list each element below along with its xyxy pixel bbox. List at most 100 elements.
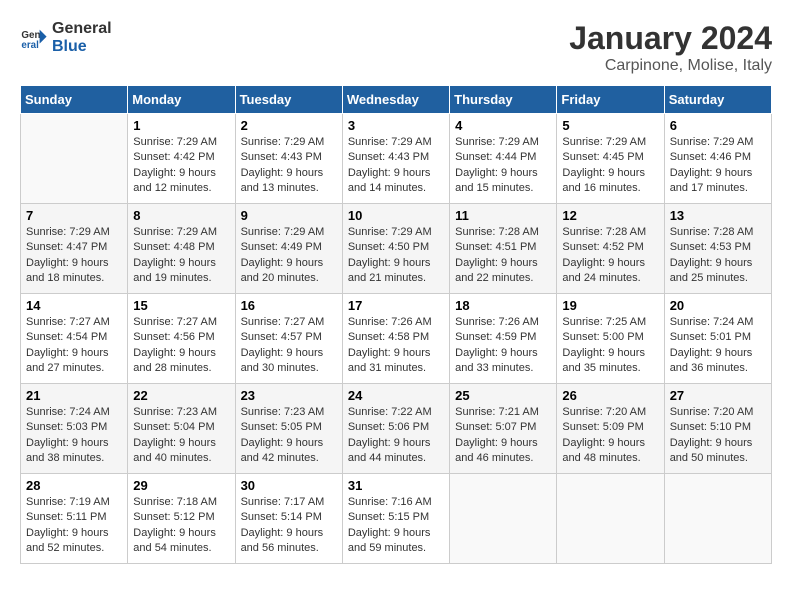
day-info: Sunrise: 7:29 AM Sunset: 4:48 PM Dayligh… bbox=[133, 225, 229, 287]
day-number: 2 bbox=[241, 118, 337, 133]
day-info: Sunrise: 7:27 AM Sunset: 4:56 PM Dayligh… bbox=[133, 315, 229, 377]
calendar-cell: 20 Sunrise: 7:24 AM Sunset: 5:01 PM Dayl… bbox=[664, 294, 771, 384]
daylight-text: Daylight: 9 hours and 35 minutes. bbox=[562, 347, 645, 374]
sunrise-text: Sunrise: 7:26 AM bbox=[455, 316, 539, 328]
sunrise-text: Sunrise: 7:27 AM bbox=[26, 316, 110, 328]
daylight-text: Daylight: 9 hours and 25 minutes. bbox=[670, 257, 753, 284]
calendar-header-row: SundayMondayTuesdayWednesdayThursdayFrid… bbox=[21, 86, 772, 114]
day-info: Sunrise: 7:20 AM Sunset: 5:09 PM Dayligh… bbox=[562, 405, 658, 467]
sunset-text: Sunset: 4:49 PM bbox=[241, 241, 322, 253]
day-number: 12 bbox=[562, 208, 658, 223]
daylight-text: Daylight: 9 hours and 52 minutes. bbox=[26, 527, 109, 554]
sunrise-text: Sunrise: 7:29 AM bbox=[241, 226, 325, 238]
day-info: Sunrise: 7:19 AM Sunset: 5:11 PM Dayligh… bbox=[26, 495, 122, 557]
daylight-text: Daylight: 9 hours and 19 minutes. bbox=[133, 257, 216, 284]
calendar-cell: 8 Sunrise: 7:29 AM Sunset: 4:48 PM Dayli… bbox=[128, 204, 235, 294]
day-number: 27 bbox=[670, 388, 766, 403]
day-number: 26 bbox=[562, 388, 658, 403]
sunrise-text: Sunrise: 7:27 AM bbox=[241, 316, 325, 328]
logo: Gen eral General Blue bbox=[20, 20, 112, 56]
day-info: Sunrise: 7:29 AM Sunset: 4:50 PM Dayligh… bbox=[348, 225, 444, 287]
sunrise-text: Sunrise: 7:16 AM bbox=[348, 496, 432, 508]
day-info: Sunrise: 7:29 AM Sunset: 4:49 PM Dayligh… bbox=[241, 225, 337, 287]
day-info: Sunrise: 7:29 AM Sunset: 4:44 PM Dayligh… bbox=[455, 135, 551, 197]
calendar-cell: 14 Sunrise: 7:27 AM Sunset: 4:54 PM Dayl… bbox=[21, 294, 128, 384]
logo-icon: Gen eral bbox=[20, 24, 48, 52]
calendar-cell: 6 Sunrise: 7:29 AM Sunset: 4:46 PM Dayli… bbox=[664, 114, 771, 204]
day-number: 9 bbox=[241, 208, 337, 223]
sunset-text: Sunset: 4:47 PM bbox=[26, 241, 107, 253]
sunrise-text: Sunrise: 7:27 AM bbox=[133, 316, 217, 328]
calendar-cell: 25 Sunrise: 7:21 AM Sunset: 5:07 PM Dayl… bbox=[450, 384, 557, 474]
calendar-table: SundayMondayTuesdayWednesdayThursdayFrid… bbox=[20, 85, 772, 564]
sunrise-text: Sunrise: 7:29 AM bbox=[133, 136, 217, 148]
sunset-text: Sunset: 4:57 PM bbox=[241, 331, 322, 343]
sunset-text: Sunset: 5:04 PM bbox=[133, 421, 214, 433]
calendar-cell: 19 Sunrise: 7:25 AM Sunset: 5:00 PM Dayl… bbox=[557, 294, 664, 384]
sunrise-text: Sunrise: 7:29 AM bbox=[348, 226, 432, 238]
calendar-cell: 29 Sunrise: 7:18 AM Sunset: 5:12 PM Dayl… bbox=[128, 474, 235, 564]
location-subtitle: Carpinone, Molise, Italy bbox=[569, 57, 772, 75]
svg-text:eral: eral bbox=[21, 40, 39, 51]
day-info: Sunrise: 7:29 AM Sunset: 4:45 PM Dayligh… bbox=[562, 135, 658, 197]
daylight-text: Daylight: 9 hours and 20 minutes. bbox=[241, 257, 324, 284]
sunrise-text: Sunrise: 7:24 AM bbox=[670, 316, 754, 328]
sunrise-text: Sunrise: 7:22 AM bbox=[348, 406, 432, 418]
day-info: Sunrise: 7:20 AM Sunset: 5:10 PM Dayligh… bbox=[670, 405, 766, 467]
day-number: 19 bbox=[562, 298, 658, 313]
day-number: 23 bbox=[241, 388, 337, 403]
calendar-week-row: 14 Sunrise: 7:27 AM Sunset: 4:54 PM Dayl… bbox=[21, 294, 772, 384]
column-header-thursday: Thursday bbox=[450, 86, 557, 114]
sunset-text: Sunset: 4:42 PM bbox=[133, 151, 214, 163]
day-number: 7 bbox=[26, 208, 122, 223]
day-number: 18 bbox=[455, 298, 551, 313]
day-info: Sunrise: 7:27 AM Sunset: 4:57 PM Dayligh… bbox=[241, 315, 337, 377]
page-header: Gen eral General Blue January 2024 Carpi… bbox=[20, 20, 772, 75]
day-info: Sunrise: 7:24 AM Sunset: 5:01 PM Dayligh… bbox=[670, 315, 766, 377]
sunrise-text: Sunrise: 7:20 AM bbox=[562, 406, 646, 418]
calendar-cell bbox=[450, 474, 557, 564]
daylight-text: Daylight: 9 hours and 22 minutes. bbox=[455, 257, 538, 284]
sunset-text: Sunset: 4:50 PM bbox=[348, 241, 429, 253]
day-info: Sunrise: 7:28 AM Sunset: 4:53 PM Dayligh… bbox=[670, 225, 766, 287]
calendar-cell: 26 Sunrise: 7:20 AM Sunset: 5:09 PM Dayl… bbox=[557, 384, 664, 474]
daylight-text: Daylight: 9 hours and 38 minutes. bbox=[26, 437, 109, 464]
calendar-week-row: 28 Sunrise: 7:19 AM Sunset: 5:11 PM Dayl… bbox=[21, 474, 772, 564]
day-info: Sunrise: 7:16 AM Sunset: 5:15 PM Dayligh… bbox=[348, 495, 444, 557]
daylight-text: Daylight: 9 hours and 27 minutes. bbox=[26, 347, 109, 374]
day-number: 14 bbox=[26, 298, 122, 313]
calendar-cell: 1 Sunrise: 7:29 AM Sunset: 4:42 PM Dayli… bbox=[128, 114, 235, 204]
day-number: 1 bbox=[133, 118, 229, 133]
sunset-text: Sunset: 5:14 PM bbox=[241, 511, 322, 523]
calendar-cell: 16 Sunrise: 7:27 AM Sunset: 4:57 PM Dayl… bbox=[235, 294, 342, 384]
column-header-wednesday: Wednesday bbox=[342, 86, 449, 114]
day-number: 13 bbox=[670, 208, 766, 223]
sunset-text: Sunset: 5:12 PM bbox=[133, 511, 214, 523]
calendar-cell: 12 Sunrise: 7:28 AM Sunset: 4:52 PM Dayl… bbox=[557, 204, 664, 294]
daylight-text: Daylight: 9 hours and 13 minutes. bbox=[241, 167, 324, 194]
calendar-week-row: 21 Sunrise: 7:24 AM Sunset: 5:03 PM Dayl… bbox=[21, 384, 772, 474]
day-info: Sunrise: 7:24 AM Sunset: 5:03 PM Dayligh… bbox=[26, 405, 122, 467]
calendar-cell: 15 Sunrise: 7:27 AM Sunset: 4:56 PM Dayl… bbox=[128, 294, 235, 384]
calendar-cell: 21 Sunrise: 7:24 AM Sunset: 5:03 PM Dayl… bbox=[21, 384, 128, 474]
daylight-text: Daylight: 9 hours and 14 minutes. bbox=[348, 167, 431, 194]
sunrise-text: Sunrise: 7:23 AM bbox=[133, 406, 217, 418]
sunset-text: Sunset: 5:06 PM bbox=[348, 421, 429, 433]
sunset-text: Sunset: 4:51 PM bbox=[455, 241, 536, 253]
day-info: Sunrise: 7:29 AM Sunset: 4:47 PM Dayligh… bbox=[26, 225, 122, 287]
daylight-text: Daylight: 9 hours and 42 minutes. bbox=[241, 437, 324, 464]
daylight-text: Daylight: 9 hours and 44 minutes. bbox=[348, 437, 431, 464]
daylight-text: Daylight: 9 hours and 56 minutes. bbox=[241, 527, 324, 554]
day-number: 22 bbox=[133, 388, 229, 403]
day-number: 17 bbox=[348, 298, 444, 313]
sunrise-text: Sunrise: 7:26 AM bbox=[348, 316, 432, 328]
sunrise-text: Sunrise: 7:29 AM bbox=[455, 136, 539, 148]
daylight-text: Daylight: 9 hours and 24 minutes. bbox=[562, 257, 645, 284]
daylight-text: Daylight: 9 hours and 16 minutes. bbox=[562, 167, 645, 194]
day-number: 8 bbox=[133, 208, 229, 223]
calendar-cell: 23 Sunrise: 7:23 AM Sunset: 5:05 PM Dayl… bbox=[235, 384, 342, 474]
day-number: 10 bbox=[348, 208, 444, 223]
day-info: Sunrise: 7:29 AM Sunset: 4:43 PM Dayligh… bbox=[241, 135, 337, 197]
calendar-cell: 4 Sunrise: 7:29 AM Sunset: 4:44 PM Dayli… bbox=[450, 114, 557, 204]
title-block: January 2024 Carpinone, Molise, Italy bbox=[569, 20, 772, 75]
